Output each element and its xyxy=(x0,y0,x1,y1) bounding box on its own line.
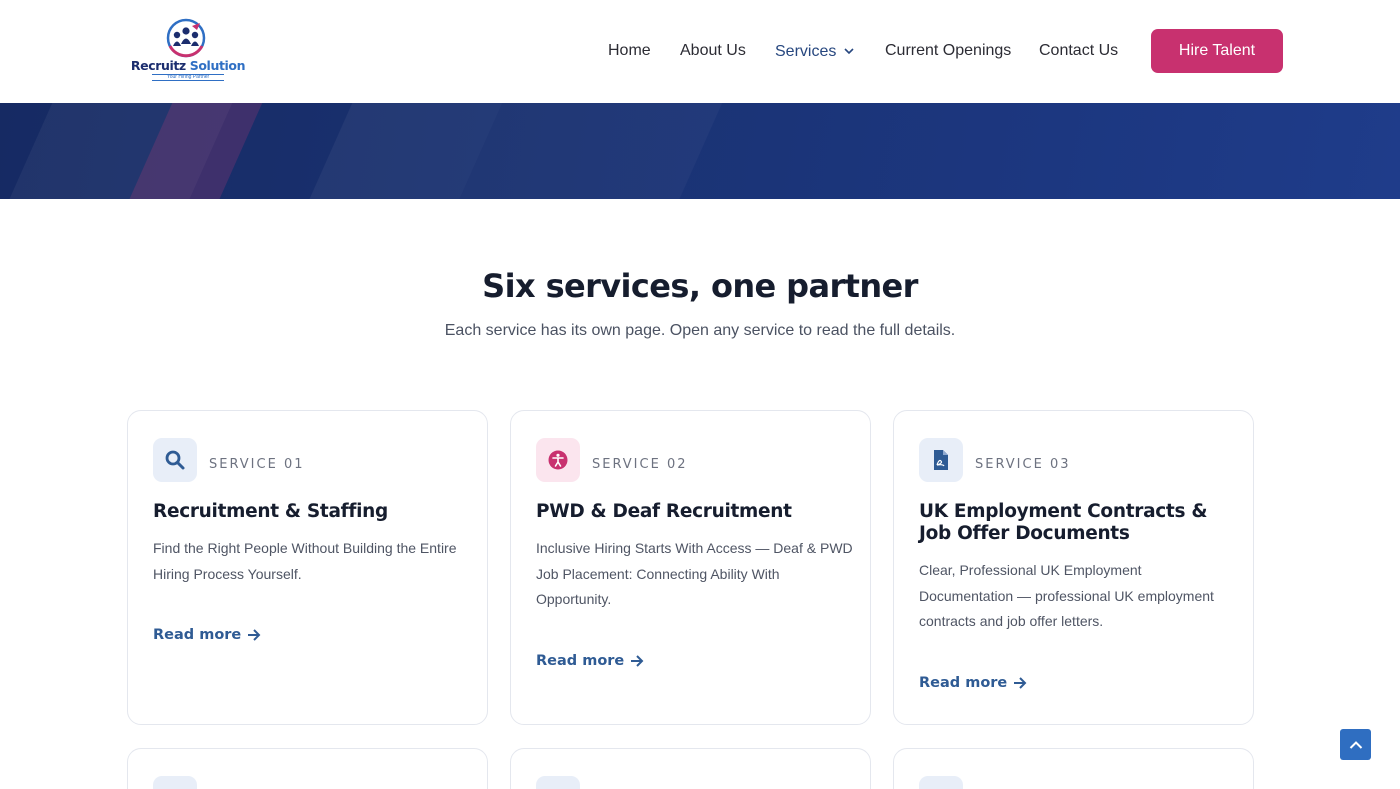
read-more-link[interactable]: Read more xyxy=(536,653,644,669)
search-icon xyxy=(153,438,197,482)
chevron-up-icon xyxy=(1349,740,1362,749)
read-more-label: Read more xyxy=(919,675,1008,691)
service-card-01[interactable]: SERVICE 01 Recruitment & Staffing Find t… xyxy=(127,410,488,725)
service-card-04[interactable] xyxy=(127,748,488,789)
nav-services-label: Services xyxy=(775,43,837,60)
arrow-right-icon xyxy=(631,655,644,667)
nav-services[interactable]: Services xyxy=(775,41,854,62)
logo-wordmark: Recruitz Solution xyxy=(130,58,246,73)
chevron-down-icon xyxy=(844,41,854,61)
nav-contact-us[interactable]: Contact Us xyxy=(1039,41,1118,61)
hero-banner xyxy=(0,103,1400,199)
arrow-right-icon xyxy=(1014,677,1027,689)
service-description: Find the Right People Without Building t… xyxy=(153,540,457,582)
service-card-05[interactable] xyxy=(510,748,871,789)
read-more-label: Read more xyxy=(536,653,625,669)
accessibility-icon xyxy=(536,438,580,482)
service-icon xyxy=(536,776,580,789)
scroll-to-top-button[interactable] xyxy=(1340,729,1371,760)
document-icon xyxy=(919,438,963,482)
logo-tagline: Your Hiring Partner xyxy=(152,74,224,81)
service-number: SERVICE 02 xyxy=(592,457,688,472)
service-card-03[interactable]: SERVICE 03 UK Employment Contracts & Job… xyxy=(893,410,1254,725)
site-header: Recruitz Solution Your Hiring Partner Ho… xyxy=(0,0,1400,103)
hire-talent-button[interactable]: Hire Talent xyxy=(1151,29,1283,73)
service-icon xyxy=(153,776,197,789)
read-more-label: Read more xyxy=(153,627,242,643)
section-title: Six services, one partner xyxy=(482,267,918,305)
brand-logo[interactable]: Recruitz Solution Your Hiring Partner xyxy=(130,18,246,82)
service-card-06[interactable] xyxy=(893,748,1254,789)
service-description: Clear, Professional UK Employment Docume… xyxy=(919,562,1214,629)
nav-about-us[interactable]: About Us xyxy=(680,41,746,61)
arrow-right-icon xyxy=(248,629,261,641)
service-number: SERVICE 01 xyxy=(209,457,305,472)
section-subtitle: Each service has its own page. Open any … xyxy=(444,322,956,339)
service-title: Recruitment & Staffing xyxy=(153,501,388,522)
nav-current-openings[interactable]: Current Openings xyxy=(885,41,1011,61)
logo-people-icon xyxy=(166,18,206,58)
service-icon xyxy=(919,776,963,789)
service-card-02[interactable]: SERVICE 02 PWD & Deaf Recruitment Inclus… xyxy=(510,410,871,725)
service-title: PWD & Deaf Recruitment xyxy=(536,501,792,522)
read-more-link[interactable]: Read more xyxy=(919,675,1027,691)
nav-home[interactable]: Home xyxy=(608,41,651,61)
service-title: UK Employment Contracts & Job Offer Docu… xyxy=(919,501,1208,544)
service-description: Inclusive Hiring Starts With Access — De… xyxy=(536,540,853,607)
read-more-link[interactable]: Read more xyxy=(153,627,261,643)
service-number: SERVICE 03 xyxy=(975,457,1071,472)
